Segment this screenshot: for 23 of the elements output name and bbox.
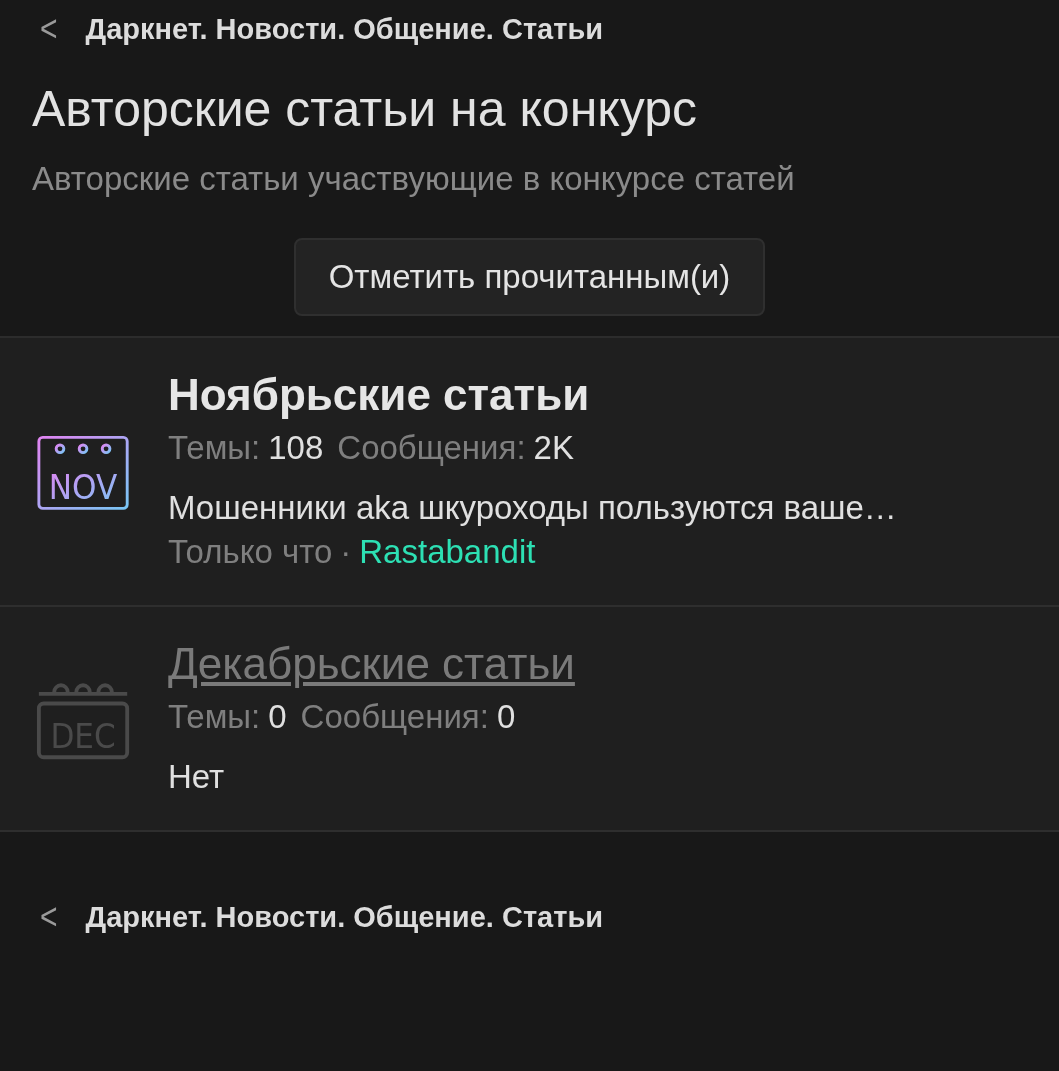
post-time: Только что	[168, 533, 333, 572]
back-chevron[interactable]: <	[40, 896, 58, 938]
page-description: Авторские статьи участвующие в конкурсе статей	[32, 160, 796, 198]
posts-label: Сообщения:	[337, 429, 526, 468]
threads-count: 0	[268, 698, 287, 737]
forum-title-link[interactable]: Декабрьские статьи	[168, 635, 1059, 693]
mark-read-button[interactable]: Отметить прочитанным(и)	[293, 238, 766, 316]
breadcrumb-link[interactable]: Даркнет. Новости. Общение. Статьи	[85, 12, 604, 46]
posts-count: 0	[496, 698, 516, 737]
forum-title-link[interactable]: Ноябрьские статьи	[168, 366, 1059, 424]
posts-label: Сообщения:	[300, 698, 489, 737]
last-post-link[interactable]: Нет	[168, 758, 1059, 797]
threads-label: Темы:	[168, 429, 261, 468]
separator-dot: ·	[340, 533, 352, 572]
last-post-link[interactable]: Мошенники aka шкуроходы пользуются ваше…	[168, 489, 1059, 528]
posts-count: 2K	[533, 429, 574, 468]
forum-row[interactable]: NOV Ноябрьские статьи Темы: 108 Сообщения: 2K Мошенники aka шкуроходы пользуются ваше… Только что · Rastabandit	[0, 338, 1059, 608]
threads-label: Темы:	[168, 698, 261, 737]
back-chevron[interactable]: <	[40, 8, 58, 50]
breadcrumb-link[interactable]: Даркнет. Новости. Общение. Статьи	[85, 900, 604, 934]
page-title: Авторские статьи на конкурс	[32, 80, 698, 138]
author-link[interactable]: Rastabandit	[359, 533, 536, 572]
threads-count: 108	[268, 429, 324, 468]
